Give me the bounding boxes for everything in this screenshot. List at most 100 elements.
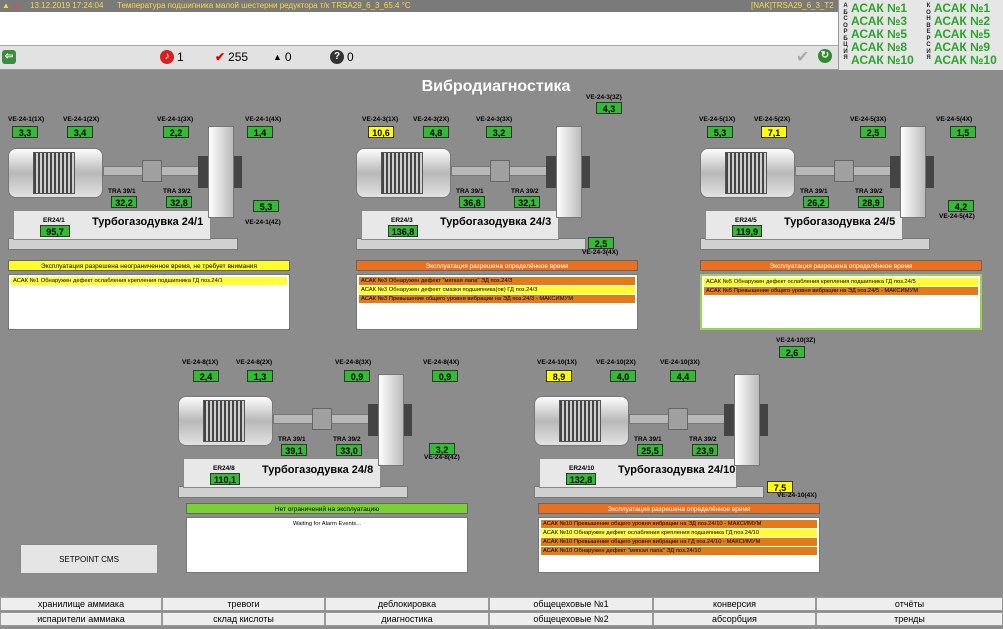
- alarm-event-row[interactable]: АСАК №10 Обнаружен дефект "мягкая лапа" …: [541, 547, 817, 556]
- tra1-value[interactable]: 25,5: [637, 444, 663, 456]
- vibration-value[interactable]: 7,1: [761, 126, 787, 138]
- alarm-event-row[interactable]: АСАК №10 Обнаружен дефект ослабления кре…: [541, 529, 817, 538]
- conversion-asak-10[interactable]: АСАК №10: [934, 54, 997, 67]
- vibration-value[interactable]: 4,2: [948, 200, 974, 212]
- vibration-sensor-label: VE-24-10(2X): [596, 359, 636, 366]
- tra2-value[interactable]: 28,9: [858, 196, 884, 208]
- nav-button[interactable]: общецеховые №2: [489, 612, 653, 626]
- alarm-event-row[interactable]: АСАК №5 Превышение общего уровня вибраци…: [704, 287, 978, 296]
- nav-button[interactable]: абсорбция: [653, 612, 816, 626]
- alarm-event-row[interactable]: Waiting for Alarm Events...: [189, 520, 465, 529]
- nav-button[interactable]: тренды: [816, 612, 1003, 626]
- tra2-label: TRA 39/2: [333, 436, 361, 443]
- nav-button[interactable]: диагностика: [325, 612, 489, 626]
- alarm-counter[interactable]: ♪ 1: [160, 50, 184, 64]
- tra1-value[interactable]: 39,1: [281, 444, 307, 456]
- vibration-value[interactable]: 8,9: [546, 370, 572, 382]
- check-icon[interactable]: ✔: [796, 47, 809, 67]
- vertical-letter: С: [926, 42, 931, 48]
- nav-button[interactable]: испарители аммиака: [0, 612, 162, 626]
- ack-counter[interactable]: ✔ 255: [215, 50, 248, 64]
- tra1-value[interactable]: 36,8: [459, 196, 485, 208]
- vibration-value[interactable]: 2,5: [860, 126, 886, 138]
- vibration-value[interactable]: 0,9: [344, 370, 370, 382]
- exit-icon[interactable]: ⇦: [2, 50, 16, 64]
- alarm-event-row[interactable]: АСАК №3 Обнаружен дефект "мягкая лапа" Э…: [359, 277, 635, 286]
- alarm-list-area[interactable]: [0, 12, 838, 46]
- alarm-event-row[interactable]: АСАК №5 Обнаружен дефект ослабления креп…: [704, 278, 978, 287]
- alarm-event-list[interactable]: Waiting for Alarm Events...: [186, 517, 468, 573]
- er-value[interactable]: 95,7: [40, 225, 70, 237]
- vibration-value[interactable]: 2,2: [163, 126, 189, 138]
- er-value[interactable]: 119,9: [732, 225, 762, 237]
- vibration-value[interactable]: 1,5: [950, 126, 976, 138]
- alarm-event-list[interactable]: АСАК №3 Обнаружен дефект "мягкая лапа" Э…: [356, 274, 638, 330]
- nav-button[interactable]: хранилище аммиака: [0, 597, 162, 611]
- alarm-datetime: 13.12.2019 17:24:04: [30, 1, 104, 10]
- vibration-sensor-label: VE-24-1(4Z): [245, 219, 281, 226]
- tra2-value[interactable]: 23,9: [692, 444, 718, 456]
- vibration-sensor-label: VE-24-1(3X): [157, 116, 194, 123]
- unknown-counter[interactable]: ? 0: [330, 50, 354, 64]
- tra1-label: TRA 39/1: [634, 436, 662, 443]
- vibration-value[interactable]: 4,3: [596, 102, 622, 114]
- nav-button[interactable]: тревоги: [162, 597, 325, 611]
- ack-icon: ✔: [215, 50, 226, 64]
- blower-bearing: [234, 156, 242, 188]
- tra2-value[interactable]: 32,8: [166, 196, 192, 208]
- vibration-sensor-label: VE-24-10(1X): [537, 359, 577, 366]
- vibration-value[interactable]: 3,2: [429, 443, 455, 455]
- absorption-asak-10[interactable]: АСАК №10: [851, 54, 914, 67]
- vibration-value[interactable]: 1,3: [247, 370, 273, 382]
- alarm-event-row[interactable]: АСАК №10 Превышение общего уровня вибрац…: [541, 520, 817, 529]
- alarm-event-row[interactable]: АСАК №10 Превышение общего уровня вибрац…: [541, 538, 817, 547]
- nav-button[interactable]: деблокировка: [325, 597, 489, 611]
- alarm-event-list[interactable]: АСАК №1 Обнаружен дефект ослабления креп…: [8, 274, 290, 330]
- alarm-event-list[interactable]: АСАК №10 Превышение общего уровня вибрац…: [538, 517, 820, 573]
- bearing-housing: [890, 156, 900, 188]
- vibration-value[interactable]: 4,4: [670, 370, 696, 382]
- nav-button[interactable]: склад кислоты: [162, 612, 325, 626]
- nav-button[interactable]: общецеховые №1: [489, 597, 653, 611]
- alarm-event-row[interactable]: АСАК №3 Обнаружен дефект смазки подшипни…: [359, 286, 635, 295]
- vibration-value[interactable]: 3,4: [67, 126, 93, 138]
- alarm-icon: ▲: [12, 1, 20, 10]
- er-value[interactable]: 110,1: [210, 473, 240, 485]
- vertical-letter: А: [843, 3, 848, 9]
- tra1-value[interactable]: 26,2: [803, 196, 829, 208]
- vibration-sensor-label: VE-24-5(1X): [699, 116, 736, 123]
- er-value[interactable]: 136,8: [388, 225, 418, 237]
- vibration-value[interactable]: 2,5: [588, 237, 614, 249]
- blower-bearing: [760, 404, 768, 436]
- vibration-sensor-label: VE-24-1(2X): [63, 116, 100, 123]
- alarm-event-list[interactable]: АСАК №5 Обнаружен дефект ослабления креп…: [700, 274, 982, 330]
- motor-fins: [33, 152, 75, 194]
- vibration-value[interactable]: 4,0: [610, 370, 636, 382]
- alarm-status-bar[interactable]: ▲ ▲ 13.12.2019 17:24:04 Температура подш…: [0, 0, 838, 12]
- vibration-value[interactable]: 7,5: [767, 481, 793, 493]
- er-label: ER24/10: [569, 465, 595, 472]
- tra2-value[interactable]: 33,0: [336, 444, 362, 456]
- refresh-icon[interactable]: ↻: [818, 49, 832, 63]
- alarm-event-row[interactable]: АСАК №3 Превышение общего уровня вибраци…: [359, 295, 635, 304]
- tra1-value[interactable]: 32,2: [111, 196, 137, 208]
- vibration-value[interactable]: 3,3: [12, 126, 38, 138]
- vibration-value[interactable]: 2,4: [193, 370, 219, 382]
- nav-button[interactable]: отчёты: [816, 597, 1003, 611]
- tra2-value[interactable]: 32,1: [514, 196, 540, 208]
- er-value[interactable]: 132,8: [566, 473, 596, 485]
- vibration-value[interactable]: 10,6: [368, 126, 394, 138]
- setpoint-cms-button[interactable]: SETPOINT CMS: [20, 544, 158, 574]
- vibration-value[interactable]: 1,4: [247, 126, 273, 138]
- vibration-value[interactable]: 5,3: [707, 126, 733, 138]
- vibration-value[interactable]: 3,2: [486, 126, 512, 138]
- vibration-value[interactable]: 4,8: [423, 126, 449, 138]
- vibration-value[interactable]: 5,3: [253, 200, 279, 212]
- unit-name: Турбогазодувка 24/1: [92, 216, 204, 228]
- nav-button[interactable]: конверсия: [653, 597, 816, 611]
- vibration-sensor-label: VE-24-3(1X): [362, 116, 399, 123]
- alarm-event-row[interactable]: АСАК №1 Обнаружен дефект ослабления креп…: [11, 277, 287, 286]
- user-counter[interactable]: ▲ 0: [273, 50, 292, 64]
- vibration-value[interactable]: 2,6: [779, 346, 805, 358]
- vibration-value[interactable]: 0,9: [432, 370, 458, 382]
